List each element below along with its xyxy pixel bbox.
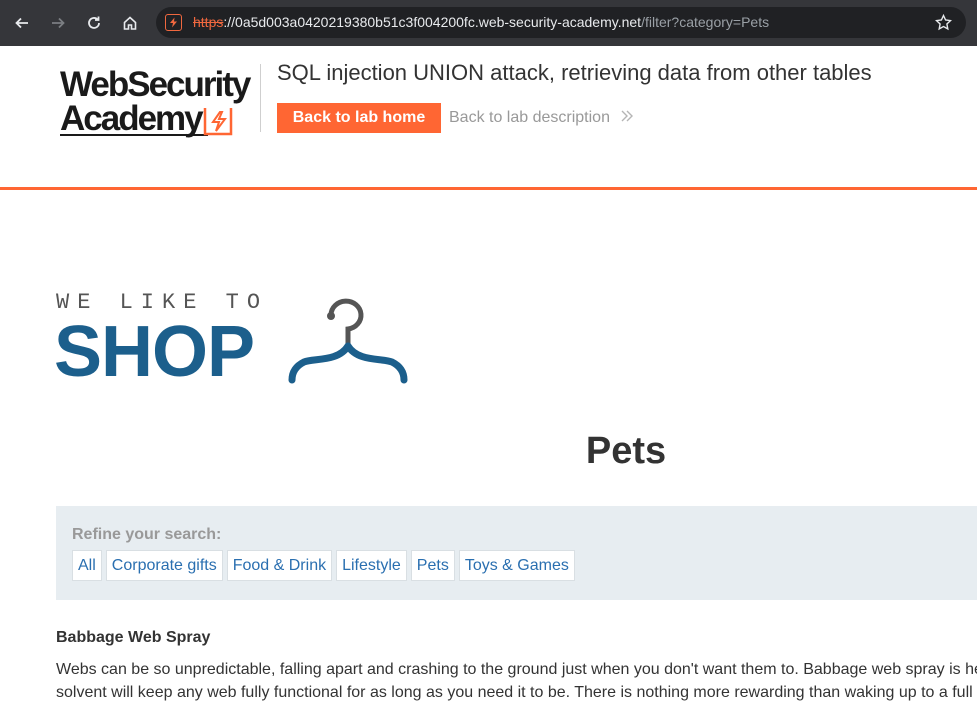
reload-button[interactable] (82, 11, 106, 35)
shop-logo[interactable]: WE LIKE TO SHOP (54, 290, 416, 392)
product-description: Webs can be so unpredictable, falling ap… (56, 658, 977, 704)
double-chevron-right-icon (621, 110, 634, 122)
category-heading: Pets (585, 430, 667, 472)
filter-toys-and-games[interactable]: Toys & Games (458, 550, 575, 581)
filter-panel: Refine your search: All Corporate gifts … (56, 506, 977, 600)
arrow-right-icon (52, 17, 65, 29)
arrow-left-icon (15, 17, 28, 29)
lab-title: SQL injection UNION attack, retrieving d… (277, 60, 872, 85)
filter-pets[interactable]: Pets (410, 550, 455, 581)
lightning-icon (203, 108, 233, 136)
back-to-lab-description-link[interactable]: Back to lab description (449, 109, 634, 127)
home-button[interactable] (118, 11, 142, 35)
web-security-academy-logo[interactable]: WebSecurity Academy (57, 66, 257, 140)
header-divider (260, 64, 261, 132)
home-icon (123, 16, 137, 30)
address-bar[interactable]: https://0a5d003a0420219380b51c3f004200fc… (156, 7, 966, 38)
product-description-line-1: Webs can be so unpredictable, falling ap… (56, 661, 977, 678)
url-text[interactable]: https://0a5d003a0420219380b51c3f004200fc… (193, 14, 769, 30)
back-to-lab-description-label: Back to lab description (449, 109, 610, 126)
filter-lifestyle[interactable]: Lifestyle (336, 550, 407, 581)
shop-logo-word: SHOP (54, 312, 255, 392)
star-icon[interactable] (935, 14, 952, 31)
logo-underline (60, 134, 208, 136)
filter-food-and-drink[interactable]: Food & Drink (226, 550, 333, 581)
filter-list: All Corporate gifts Food & Drink Lifesty… (72, 550, 575, 581)
product-name: Babbage Web Spray (56, 629, 211, 646)
filter-all[interactable]: All (72, 550, 102, 581)
filter-corporate-gifts[interactable]: Corporate gifts (105, 550, 223, 581)
hanger-icon (288, 298, 408, 384)
refine-search-label: Refine your search: (72, 526, 222, 543)
reload-icon (88, 16, 100, 29)
back-button[interactable] (10, 11, 34, 35)
logo-line-2: Academy (60, 99, 204, 138)
lab-header: WebSecurity Academy SQL injection UNION … (0, 46, 977, 190)
back-to-lab-home-button[interactable]: Back to lab home (277, 103, 441, 133)
product-description-line-2: solvent will keep any web fully function… (56, 684, 973, 701)
site-info-icon[interactable] (165, 14, 182, 31)
forward-button[interactable] (46, 11, 70, 35)
browser-toolbar: https://0a5d003a0420219380b51c3f004200fc… (0, 0, 977, 46)
